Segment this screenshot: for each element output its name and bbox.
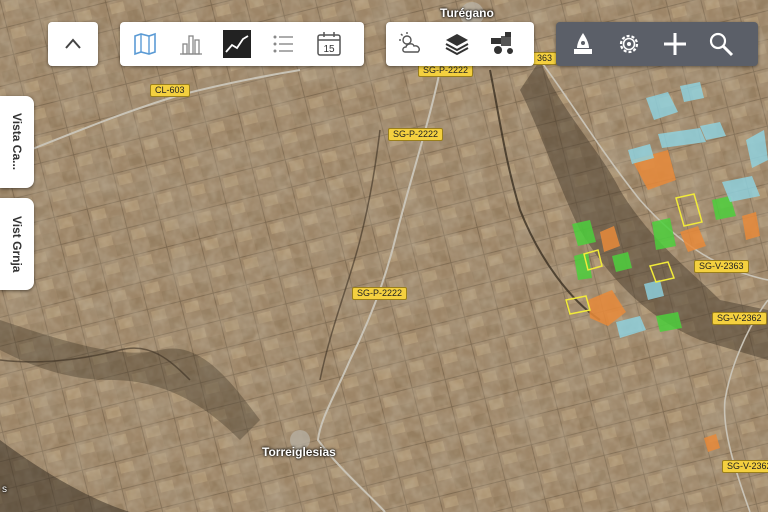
satellite-map[interactable]: [0, 0, 768, 512]
tools-panel: [556, 22, 758, 66]
town-label: Torreiglesias: [262, 445, 336, 459]
collapse-panel: [48, 22, 98, 66]
layers-panel: [386, 22, 534, 66]
road-label: SG-P-2222: [352, 287, 408, 300]
plus-icon: [664, 33, 686, 55]
harvester-icon: [491, 32, 513, 54]
weather-layer-button[interactable]: [388, 22, 434, 66]
search-button[interactable]: [698, 22, 744, 66]
town-label: Turégano: [440, 6, 494, 20]
road-label: SG-V-2363: [694, 260, 749, 273]
road-label: SG-V-2362: [722, 460, 768, 473]
map-attribution: s: [2, 484, 7, 495]
weather-icon: [399, 32, 420, 53]
add-button[interactable]: [652, 22, 698, 66]
machinery-layer-button[interactable]: [480, 22, 526, 66]
settings-button[interactable]: [606, 22, 652, 66]
list-icon: [273, 35, 293, 53]
views-panel: 15: [120, 22, 364, 66]
farm-view-label: Vist Grnja: [10, 215, 24, 273]
location-button[interactable]: [560, 22, 606, 66]
satellite-view-label: Vista Ca...: [10, 113, 24, 171]
calendar-view-button[interactable]: 15: [306, 22, 352, 66]
list-view-button[interactable]: [260, 22, 306, 66]
map-view-button[interactable]: [122, 22, 168, 66]
collapse-button[interactable]: [48, 22, 98, 66]
line-chart-icon: [223, 30, 251, 58]
chevron-up-icon: [65, 38, 81, 49]
farm-view-tab[interactable]: Vist Grnja: [0, 198, 34, 290]
bar-chart-icon: [180, 35, 202, 55]
layers-button[interactable]: [434, 22, 480, 66]
road-label: SG-P-2222: [388, 128, 444, 141]
map-icon: [134, 32, 156, 56]
search-icon: [709, 32, 734, 57]
gear-icon: [619, 34, 639, 54]
calendar-day: 15: [323, 44, 335, 55]
line-chart-view-button[interactable]: [214, 22, 260, 66]
location-icon: [574, 33, 592, 54]
road-label: 363: [532, 52, 558, 65]
bar-chart-view-button[interactable]: [168, 22, 214, 66]
calendar-icon: 15: [317, 32, 341, 56]
road-label: SG-V-2362: [712, 312, 767, 325]
road-label: CL-603: [150, 84, 190, 97]
satellite-view-tab[interactable]: Vista Ca...: [0, 96, 34, 188]
layers-icon: [445, 34, 469, 56]
